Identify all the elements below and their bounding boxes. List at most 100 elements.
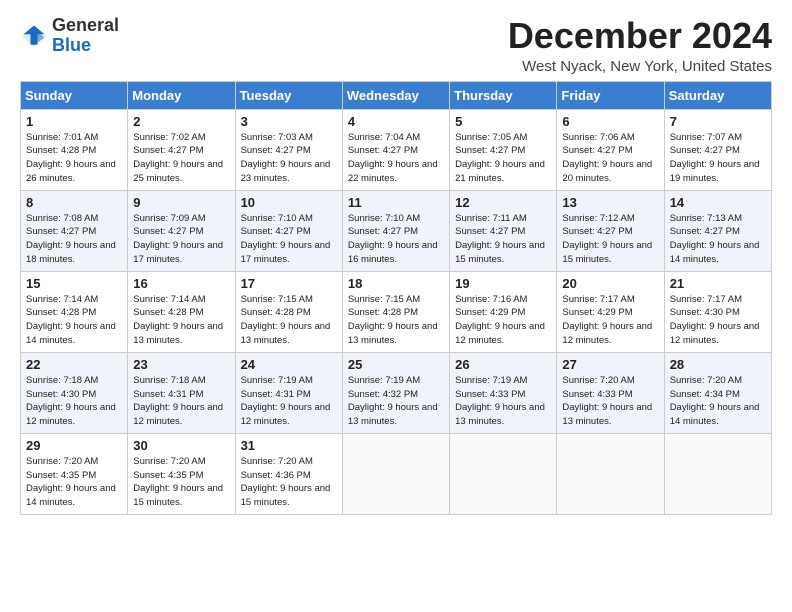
day-info: Sunrise: 7:06 AMSunset: 4:27 PMDaylight:… (562, 132, 652, 184)
day-number: 17 (241, 276, 338, 291)
calendar-cell (664, 433, 771, 514)
day-number: 13 (562, 195, 659, 210)
day-number: 5 (455, 114, 552, 129)
weekday-header-wednesday: Wednesday (342, 81, 449, 109)
day-number: 23 (133, 357, 230, 372)
calendar-cell: 22 Sunrise: 7:18 AMSunset: 4:30 PMDayligh… (21, 352, 128, 433)
calendar-cell: 13 Sunrise: 7:12 AMSunset: 4:27 PMDayligh… (557, 190, 664, 271)
day-number: 4 (348, 114, 445, 129)
calendar-cell: 6 Sunrise: 7:06 AMSunset: 4:27 PMDaylight… (557, 109, 664, 190)
day-number: 6 (562, 114, 659, 129)
logo-icon (20, 22, 48, 50)
day-info: Sunrise: 7:08 AMSunset: 4:27 PMDaylight:… (26, 213, 116, 265)
calendar-cell: 23 Sunrise: 7:18 AMSunset: 4:31 PMDayligh… (128, 352, 235, 433)
day-number: 29 (26, 438, 123, 453)
calendar-cell: 9Sunrise: 7:09 AMSunset: 4:27 PMDaylight… (128, 190, 235, 271)
day-info: Sunrise: 7:04 AMSunset: 4:27 PMDaylight:… (348, 132, 438, 184)
calendar-cell: 1 Sunrise: 7:01 AMSunset: 4:28 PMDaylight… (21, 109, 128, 190)
calendar-cell: 25Sunrise: 7:19 AMSunset: 4:32 PMDayligh… (342, 352, 449, 433)
calendar-cell: 16Sunrise: 7:14 AMSunset: 4:28 PMDayligh… (128, 271, 235, 352)
day-info: Sunrise: 7:12 AMSunset: 4:27 PMDaylight:… (562, 213, 652, 265)
day-number: 21 (670, 276, 767, 291)
day-number: 14 (670, 195, 767, 210)
calendar-cell: 28Sunrise: 7:20 AMSunset: 4:34 PMDayligh… (664, 352, 771, 433)
calendar-week-row: 8 Sunrise: 7:08 AMSunset: 4:27 PMDaylight… (21, 190, 772, 271)
day-info: Sunrise: 7:15 AMSunset: 4:28 PMDaylight:… (348, 294, 438, 346)
calendar-cell: 10 Sunrise: 7:10 AMSunset: 4:27 PMDayligh… (235, 190, 342, 271)
day-info: Sunrise: 7:11 AMSunset: 4:27 PMDaylight:… (455, 213, 545, 265)
day-info: Sunrise: 7:07 AMSunset: 4:27 PMDaylight:… (670, 132, 760, 184)
day-info: Sunrise: 7:17 AMSunset: 4:29 PMDaylight:… (562, 294, 652, 346)
day-info: Sunrise: 7:18 AMSunset: 4:31 PMDaylight:… (133, 375, 223, 427)
day-number: 26 (455, 357, 552, 372)
day-number: 25 (348, 357, 445, 372)
calendar-cell: 12 Sunrise: 7:11 AMSunset: 4:27 PMDayligh… (450, 190, 557, 271)
weekday-header-sunday: Sunday (21, 81, 128, 109)
calendar-cell: 19Sunrise: 7:16 AMSunset: 4:29 PMDayligh… (450, 271, 557, 352)
day-number: 31 (241, 438, 338, 453)
calendar-cell: 2Sunrise: 7:02 AMSunset: 4:27 PMDaylight… (128, 109, 235, 190)
calendar-cell: 26 Sunrise: 7:19 AMSunset: 4:33 PMDayligh… (450, 352, 557, 433)
day-info: Sunrise: 7:18 AMSunset: 4:30 PMDaylight:… (26, 375, 116, 427)
day-info: Sunrise: 7:17 AMSunset: 4:30 PMDaylight:… (670, 294, 760, 346)
page: General Blue December 2024 West Nyack, N… (0, 0, 792, 525)
calendar-cell: 27 Sunrise: 7:20 AMSunset: 4:33 PMDayligh… (557, 352, 664, 433)
day-number: 7 (670, 114, 767, 129)
day-info: Sunrise: 7:19 AMSunset: 4:31 PMDaylight:… (241, 375, 331, 427)
day-info: Sunrise: 7:20 AMSunset: 4:33 PMDaylight:… (562, 375, 652, 427)
day-number: 18 (348, 276, 445, 291)
logo-text: General Blue (52, 16, 119, 56)
logo: General Blue (20, 16, 119, 56)
day-info: Sunrise: 7:01 AMSunset: 4:28 PMDaylight:… (26, 132, 116, 184)
calendar-week-row: 22 Sunrise: 7:18 AMSunset: 4:30 PMDayligh… (21, 352, 772, 433)
calendar-week-row: 29 Sunrise: 7:20 AMSunset: 4:35 PMDayligh… (21, 433, 772, 514)
day-info: Sunrise: 7:05 AMSunset: 4:27 PMDaylight:… (455, 132, 545, 184)
day-number: 10 (241, 195, 338, 210)
day-number: 22 (26, 357, 123, 372)
day-number: 24 (241, 357, 338, 372)
calendar-cell: 15 Sunrise: 7:14 AMSunset: 4:28 PMDayligh… (21, 271, 128, 352)
calendar-cell: 3Sunrise: 7:03 AMSunset: 4:27 PMDaylight… (235, 109, 342, 190)
calendar-cell: 8 Sunrise: 7:08 AMSunset: 4:27 PMDaylight… (21, 190, 128, 271)
calendar-cell: 21 Sunrise: 7:17 AMSunset: 4:30 PMDayligh… (664, 271, 771, 352)
title-block: December 2024 West Nyack, New York, Unit… (508, 16, 772, 75)
day-number: 30 (133, 438, 230, 453)
day-info: Sunrise: 7:14 AMSunset: 4:28 PMDaylight:… (133, 294, 223, 346)
calendar-week-row: 15 Sunrise: 7:14 AMSunset: 4:28 PMDayligh… (21, 271, 772, 352)
day-number: 1 (26, 114, 123, 129)
day-info: Sunrise: 7:20 AMSunset: 4:35 PMDaylight:… (26, 456, 116, 508)
weekday-header-friday: Friday (557, 81, 664, 109)
day-number: 19 (455, 276, 552, 291)
day-number: 9 (133, 195, 230, 210)
calendar-table: SundayMondayTuesdayWednesdayThursdayFrid… (20, 81, 772, 515)
day-number: 27 (562, 357, 659, 372)
day-info: Sunrise: 7:14 AMSunset: 4:28 PMDaylight:… (26, 294, 116, 346)
calendar-cell: 7 Sunrise: 7:07 AMSunset: 4:27 PMDaylight… (664, 109, 771, 190)
day-info: Sunrise: 7:15 AMSunset: 4:28 PMDaylight:… (241, 294, 331, 346)
calendar-cell: 17 Sunrise: 7:15 AMSunset: 4:28 PMDayligh… (235, 271, 342, 352)
weekday-header-thursday: Thursday (450, 81, 557, 109)
calendar-cell: 14 Sunrise: 7:13 AMSunset: 4:27 PMDayligh… (664, 190, 771, 271)
weekday-header-monday: Monday (128, 81, 235, 109)
day-info: Sunrise: 7:20 AMSunset: 4:34 PMDaylight:… (670, 375, 760, 427)
day-info: Sunrise: 7:10 AMSunset: 4:27 PMDaylight:… (241, 213, 331, 265)
calendar-cell: 29 Sunrise: 7:20 AMSunset: 4:35 PMDayligh… (21, 433, 128, 514)
weekday-header-tuesday: Tuesday (235, 81, 342, 109)
weekday-header-saturday: Saturday (664, 81, 771, 109)
day-number: 3 (241, 114, 338, 129)
day-number: 8 (26, 195, 123, 210)
calendar-cell: 18 Sunrise: 7:15 AMSunset: 4:28 PMDayligh… (342, 271, 449, 352)
day-info: Sunrise: 7:19 AMSunset: 4:33 PMDaylight:… (455, 375, 545, 427)
weekday-header-row: SundayMondayTuesdayWednesdayThursdayFrid… (21, 81, 772, 109)
calendar-cell: 5 Sunrise: 7:05 AMSunset: 4:27 PMDaylight… (450, 109, 557, 190)
calendar-week-row: 1 Sunrise: 7:01 AMSunset: 4:28 PMDaylight… (21, 109, 772, 190)
calendar-cell: 20Sunrise: 7:17 AMSunset: 4:29 PMDayligh… (557, 271, 664, 352)
calendar-cell: 24 Sunrise: 7:19 AMSunset: 4:31 PMDayligh… (235, 352, 342, 433)
day-info: Sunrise: 7:13 AMSunset: 4:27 PMDaylight:… (670, 213, 760, 265)
day-number: 11 (348, 195, 445, 210)
day-number: 15 (26, 276, 123, 291)
day-info: Sunrise: 7:10 AMSunset: 4:27 PMDaylight:… (348, 213, 438, 265)
header: General Blue December 2024 West Nyack, N… (20, 16, 772, 75)
day-info: Sunrise: 7:20 AMSunset: 4:35 PMDaylight:… (133, 456, 223, 508)
day-number: 12 (455, 195, 552, 210)
